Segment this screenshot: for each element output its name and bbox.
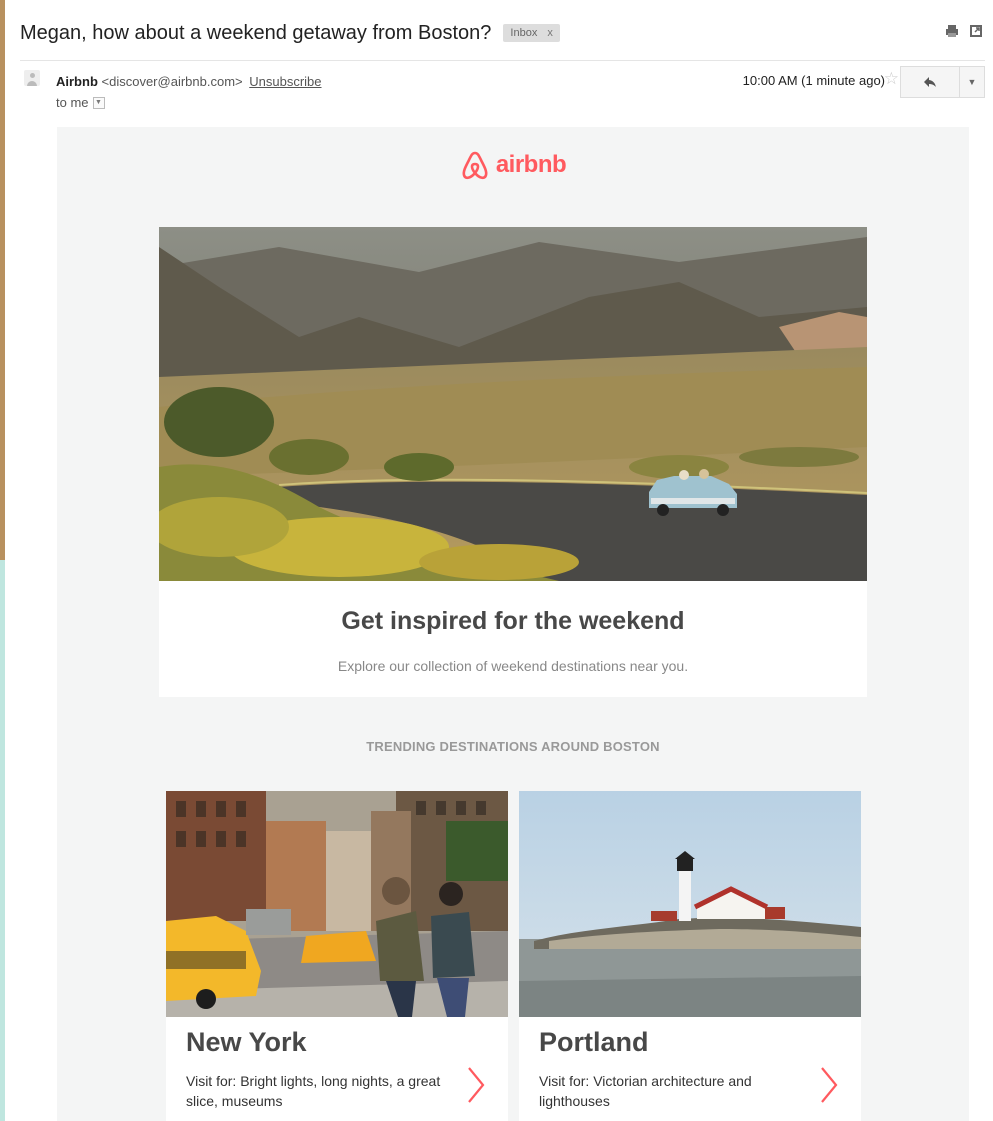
more-actions-button[interactable]: ▼	[960, 66, 985, 98]
airbnb-logo-icon	[462, 151, 488, 180]
desktop-edge-lower	[0, 560, 5, 1121]
chevron-down-icon: ▼	[967, 77, 977, 87]
sender-name[interactable]: Airbnb	[56, 74, 98, 89]
hero-image[interactable]	[159, 227, 867, 581]
sender-info: Airbnb <discover@airbnb.com> Unsubscribe	[56, 74, 322, 89]
hero-card[interactable]: Get inspired for the weekend Explore our…	[159, 227, 867, 697]
reply-button-group: ▼	[900, 66, 985, 98]
chevron-right-icon[interactable]	[466, 1065, 486, 1105]
unsubscribe-link[interactable]: Unsubscribe	[249, 74, 321, 89]
header-divider	[20, 60, 985, 61]
inbox-label[interactable]: Inbox x	[503, 24, 560, 42]
avatar-icon	[24, 70, 40, 86]
header-icons	[945, 24, 983, 38]
destination-description: Visit for: Victorian architecture and li…	[539, 1073, 752, 1109]
reply-button[interactable]	[900, 66, 960, 98]
destination-description: Visit for: Bright lights, long nights, a…	[186, 1073, 441, 1109]
recipient-text: to me	[56, 95, 89, 110]
destination-card-portland[interactable]: Portland Visit for: Victorian architectu…	[519, 791, 861, 1121]
chevron-right-icon[interactable]	[819, 1065, 839, 1105]
destination-name: New York	[186, 1027, 307, 1057]
remove-label-button[interactable]: x	[547, 27, 553, 39]
desktop-edge	[0, 0, 5, 560]
email-timestamp: 10:00 AM (1 minute ago)	[742, 73, 885, 88]
new-york-image[interactable]	[166, 791, 508, 1017]
subject-row: Megan, how about a weekend getaway from …	[20, 18, 983, 48]
reply-icon	[924, 77, 936, 87]
airbnb-logo[interactable]: airbnb	[57, 149, 969, 181]
inbox-label-text: Inbox	[510, 27, 538, 39]
airbnb-logo-text: airbnb	[495, 151, 567, 178]
recipient-row: to me ▼	[56, 95, 105, 110]
star-icon[interactable]: ☆	[884, 70, 899, 87]
portland-image[interactable]	[519, 791, 861, 1017]
print-icon[interactable]	[945, 24, 959, 38]
new-window-icon[interactable]	[969, 24, 983, 38]
destination-card-new-york[interactable]: New York Visit for: Bright lights, long …	[166, 791, 508, 1121]
hero-subtitle: Explore our collection of weekend destin…	[337, 658, 689, 674]
trending-heading: TRENDING DESTINATIONS AROUND BOSTON	[366, 739, 660, 754]
email-content: airbnb Get inspired for the weekend Expl…	[57, 127, 969, 1121]
destination-name: Portland	[539, 1027, 649, 1057]
sender-address: <discover@airbnb.com>	[101, 74, 243, 89]
hero-title: Get inspired for the weekend	[341, 607, 685, 635]
email-subject: Megan, how about a weekend getaway from …	[20, 21, 492, 44]
sender-row: Airbnb <discover@airbnb.com> Unsubscribe…	[20, 66, 985, 110]
recipient-details-dropdown[interactable]: ▼	[92, 96, 105, 109]
